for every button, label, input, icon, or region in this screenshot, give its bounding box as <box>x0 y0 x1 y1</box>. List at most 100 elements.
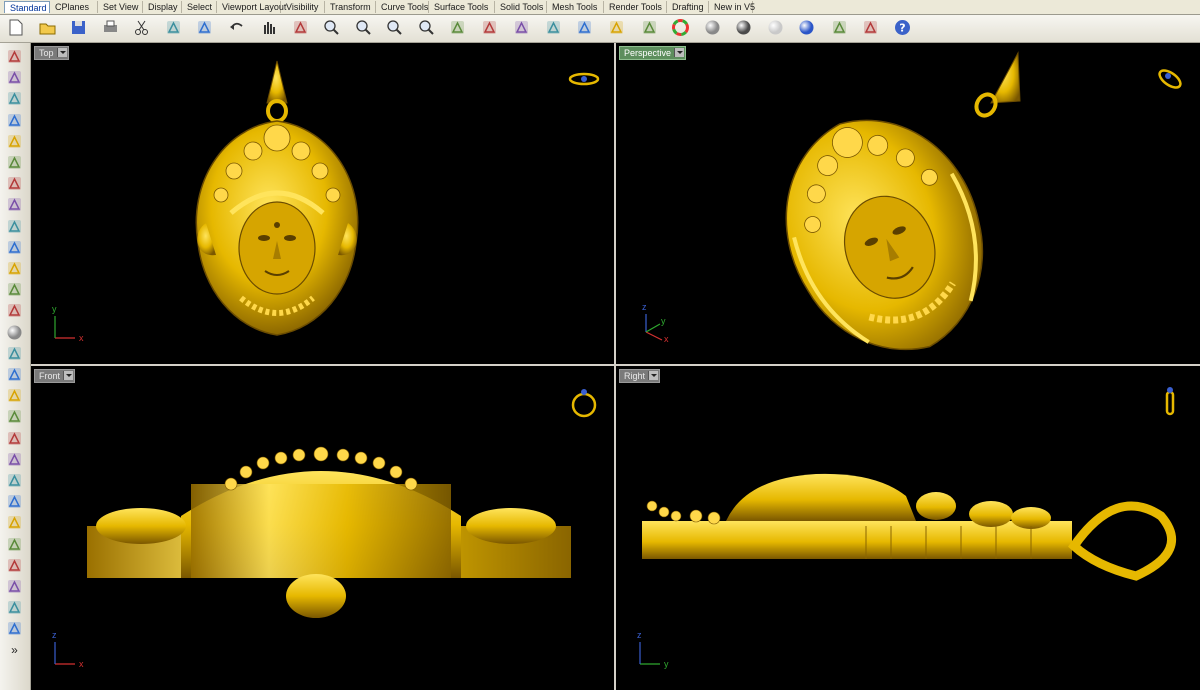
copy-icon[interactable] <box>164 18 183 37</box>
cut-icon[interactable] <box>132 18 151 37</box>
color-wheel-icon[interactable] <box>671 18 690 37</box>
tab-curve-tools[interactable]: Curve Tools <box>376 1 429 13</box>
select-arrow-icon[interactable] <box>5 47 24 66</box>
tab-new-in-v5[interactable]: New in V5 <box>709 1 755 13</box>
x-axis-label: x <box>664 334 669 344</box>
zoom-window-icon[interactable] <box>354 18 373 37</box>
save-icon[interactable] <box>69 18 88 37</box>
boolean-icon[interactable] <box>5 386 24 405</box>
arc-icon[interactable] <box>5 217 24 236</box>
cylinder-icon[interactable] <box>5 344 24 363</box>
zoom-selected-icon[interactable] <box>417 18 436 37</box>
tab-solid-tools[interactable]: Solid Tools <box>495 1 547 13</box>
front-viewport[interactable]: Front x z <box>31 366 614 690</box>
tab-visibility[interactable]: Visibility <box>281 1 325 13</box>
paste-icon[interactable] <box>195 18 214 37</box>
open-icon[interactable] <box>38 18 57 37</box>
redo-view-icon[interactable] <box>448 18 467 37</box>
tab-cplanes[interactable]: CPlanes <box>50 1 98 13</box>
print-icon[interactable] <box>101 18 120 37</box>
tab-drafting[interactable]: Drafting <box>667 1 709 13</box>
viewport-label-top[interactable]: Top <box>34 46 69 60</box>
rotate-view-icon[interactable] <box>291 18 310 37</box>
rectangle-icon[interactable] <box>5 195 24 214</box>
tab-set-view[interactable]: Set View <box>98 1 143 13</box>
tab-display[interactable]: Display <box>143 1 182 13</box>
sphere-icon[interactable] <box>5 323 24 342</box>
more-glyph: » <box>11 642 18 657</box>
array-icon[interactable] <box>5 535 24 554</box>
properties-icon[interactable] <box>480 18 499 37</box>
edit-points-icon[interactable] <box>830 18 849 37</box>
group-icon[interactable] <box>5 577 24 596</box>
scale-icon[interactable] <box>5 556 24 575</box>
viewport-label-perspective[interactable]: Perspective <box>619 46 687 60</box>
y-axis-label: y <box>52 304 57 314</box>
helix-icon[interactable] <box>5 238 24 257</box>
viewport-title: Top <box>39 48 54 58</box>
tab-select[interactable]: Select <box>182 1 217 13</box>
tab-surface-tools[interactable]: Surface Tools <box>429 1 495 13</box>
tab-transform[interactable]: Transform <box>325 1 376 13</box>
undo-icon[interactable] <box>227 18 246 37</box>
point-icon[interactable] <box>5 68 24 87</box>
grid-snap-icon[interactable] <box>512 18 531 37</box>
new-icon[interactable] <box>6 18 25 37</box>
layer-icon[interactable] <box>575 18 594 37</box>
viewport-label-right[interactable]: Right <box>619 369 661 383</box>
tab-mesh-tools[interactable]: Mesh Tools <box>547 1 604 13</box>
viewport-menu-dropdown-icon[interactable] <box>648 371 659 380</box>
join-icon[interactable] <box>5 429 24 448</box>
viewport-menu-dropdown-icon[interactable] <box>63 371 74 380</box>
extrude-icon[interactable] <box>5 280 24 299</box>
dimension-tool-icon[interactable] <box>5 598 24 617</box>
dimension-icon[interactable] <box>861 18 880 37</box>
tab-standard[interactable]: Standard <box>4 1 50 13</box>
view-orientation-widget <box>568 63 600 95</box>
rebuild-icon[interactable] <box>5 492 24 511</box>
curve-icon[interactable] <box>5 111 24 130</box>
perspective-viewport[interactable]: Perspective x z y <box>616 43 1200 364</box>
shaded-sphere-icon[interactable] <box>703 18 722 37</box>
top-viewport[interactable]: Top x y <box>31 43 614 364</box>
box-icon[interactable] <box>5 301 24 320</box>
tab-viewport-layout[interactable]: Viewport Layout <box>217 1 286 13</box>
zoom-extents-icon[interactable] <box>385 18 404 37</box>
more-icon[interactable]: » <box>5 641 24 660</box>
model-top-view <box>195 60 359 336</box>
view-orientation-widget <box>1154 386 1186 418</box>
cap-icon[interactable] <box>5 471 24 490</box>
right-viewport[interactable]: Right y z <box>616 366 1200 690</box>
split-icon[interactable] <box>5 450 24 469</box>
blue-sphere-icon[interactable] <box>797 18 816 37</box>
pan-icon[interactable] <box>259 18 278 37</box>
zoom-icon[interactable] <box>322 18 341 37</box>
ghost-sphere-icon[interactable] <box>766 18 785 37</box>
fillet-icon[interactable] <box>5 407 24 426</box>
solid-box-icon[interactable] <box>5 619 24 638</box>
main-sidebar-toolbar: » <box>0 43 31 690</box>
text-icon[interactable] <box>5 513 24 532</box>
x-axis-label: x <box>79 659 84 669</box>
mesh-icon[interactable] <box>5 365 24 384</box>
z-axis-label: z <box>642 302 647 312</box>
render-sphere-icon[interactable] <box>734 18 753 37</box>
viewport-label-front[interactable]: Front <box>34 369 76 383</box>
help-icon[interactable]: ? <box>893 18 912 37</box>
polyline-icon[interactable] <box>5 89 24 108</box>
viewport-title: Perspective <box>624 48 672 58</box>
viewport-menu-dropdown-icon[interactable] <box>674 48 685 57</box>
polygon-icon[interactable] <box>5 174 24 193</box>
tab-render-tools[interactable]: Render Tools <box>604 1 667 13</box>
surface-icon[interactable] <box>5 259 24 278</box>
viewport-title: Right <box>624 371 646 381</box>
viewport-menu-dropdown-icon[interactable] <box>56 48 67 57</box>
material-icon[interactable] <box>640 18 659 37</box>
osnap-icon[interactable] <box>544 18 563 37</box>
axis-indicator-top: x y <box>51 304 84 343</box>
light-icon[interactable] <box>607 18 626 37</box>
z-axis-label: z <box>52 630 57 640</box>
circle-icon[interactable] <box>5 132 24 151</box>
model-right-view <box>642 473 1176 581</box>
ellipse-icon[interactable] <box>5 153 24 172</box>
